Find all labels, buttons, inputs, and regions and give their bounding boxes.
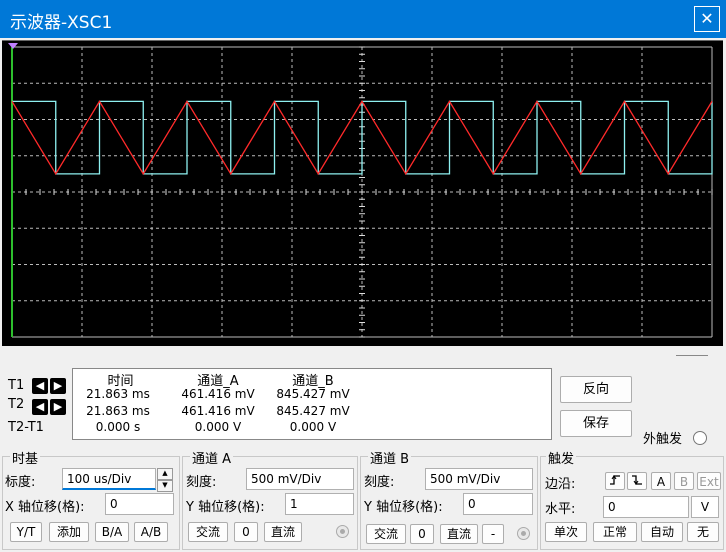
mode-yt-button[interactable]: Y/T [10,522,42,542]
timebase-scale-label: 标度: [5,475,36,490]
t2-channel-a: 461.416 mV [181,404,255,418]
t2-right-arrow-icon[interactable]: ▶ [50,399,66,415]
channel-a-group-title: 通道 A [190,448,234,467]
timebase-scale-input[interactable]: 100 us/Div [62,468,156,490]
channel-b-scale-input[interactable]: 500 mV/Div [425,468,533,490]
external-trigger-label: 外触发 [643,432,683,447]
channel-a-y-position-input[interactable]: 1 [285,493,354,515]
divider [676,355,708,356]
channel-b-dc-button[interactable]: 直流 [440,524,478,544]
trigger-marker-icon [8,43,18,49]
trigger-auto-button[interactable]: 自动 [641,522,683,542]
channel-b-y-position-input[interactable]: 0 [463,493,533,515]
oscilloscope-screen [2,40,723,346]
trigger-level-unit[interactable]: V [691,496,719,518]
delta-time: 0.000 s [95,420,141,434]
external-trigger-terminal-icon[interactable] [693,431,707,445]
close-icon[interactable]: ✕ [694,6,720,32]
trigger-none-button[interactable]: 无 [687,522,719,542]
channel-b-minus-button[interactable]: - [482,524,504,544]
t1-channel-b: 845.427 mV [276,387,350,401]
channel-a-terminal-icon [336,525,349,538]
channel-a-ac-button[interactable]: 交流 [188,522,228,542]
x-position-label: X 轴位移(格): [5,500,85,515]
t2-label: T2 [8,397,25,412]
trigger-source-a-button[interactable]: A [651,472,671,490]
channel-a-scale-input[interactable]: 500 mV/Div [246,468,354,490]
channel-a-dc-button[interactable]: 直流 [264,522,302,542]
t1-label: T1 [8,378,25,393]
channel-b-terminal-icon [517,527,530,540]
trigger-level-input[interactable]: 0 [603,496,689,518]
trigger-source-ext-button[interactable]: Ext [697,472,721,490]
mode-ab-button[interactable]: A/B [134,522,168,542]
channel-a-trace [12,100,713,175]
trigger-level-label: 水平: [545,502,576,517]
channel-a-y-position-label: Y 轴位移(格): [186,500,265,515]
mode-ba-button[interactable]: B/A [95,522,129,542]
spin-up-icon[interactable]: ▲ [157,468,173,480]
trigger-single-button[interactable]: 单次 [545,522,587,542]
window-title: 示波器-XSC1 [10,13,113,33]
oscilloscope-display [8,43,713,338]
save-button[interactable]: 保存 [560,410,632,437]
cursor-readout-table: 时间 通道_A 通道_B 21.863 ms 461.416 mV 845.42… [72,368,552,440]
spin-down-icon[interactable]: ▼ [157,480,173,492]
rising-edge-icon[interactable] [605,472,625,490]
delta-channel-a: 0.000 V [194,420,242,434]
channel-b-group-title: 通道 B [368,448,412,467]
t1-right-arrow-icon[interactable]: ▶ [50,378,66,394]
t2-left-arrow-icon[interactable]: ◀ [32,399,48,415]
channel-a-scale-label: 刻度: [186,475,217,490]
delta-channel-b: 0.000 V [289,420,337,434]
t1-left-arrow-icon[interactable]: ◀ [32,378,48,394]
falling-edge-icon[interactable] [627,472,647,490]
title-bar: 示波器-XSC1 ✕ [0,0,726,38]
timebase-scale-spinner[interactable]: ▲ ▼ [157,468,173,492]
timebase-group-title: 时基 [10,448,41,467]
trigger-group-title: 触发 [546,448,577,467]
mode-add-button[interactable]: 添加 [49,522,89,542]
t2-t1-label: T2-T1 [8,420,44,435]
trigger-source-b-button[interactable]: B [674,472,694,490]
channel-b-ac-button[interactable]: 交流 [366,524,406,544]
x-position-input[interactable]: 0 [105,493,174,515]
t2-channel-b: 845.427 mV [276,404,350,418]
trigger-normal-button[interactable]: 正常 [593,522,637,542]
reverse-button[interactable]: 反向 [560,376,632,403]
channel-b-zero-button[interactable]: 0 [410,524,434,544]
t2-time: 21.863 ms [86,404,150,418]
trigger-edge-label: 边沿: [545,477,576,492]
channel-a-zero-button[interactable]: 0 [234,522,258,542]
channel-b-y-position-label: Y 轴位移(格): [364,500,443,515]
t1-time: 21.863 ms [86,387,150,401]
channel-b-scale-label: 刻度: [364,475,395,490]
t1-channel-a: 461.416 mV [181,387,255,401]
